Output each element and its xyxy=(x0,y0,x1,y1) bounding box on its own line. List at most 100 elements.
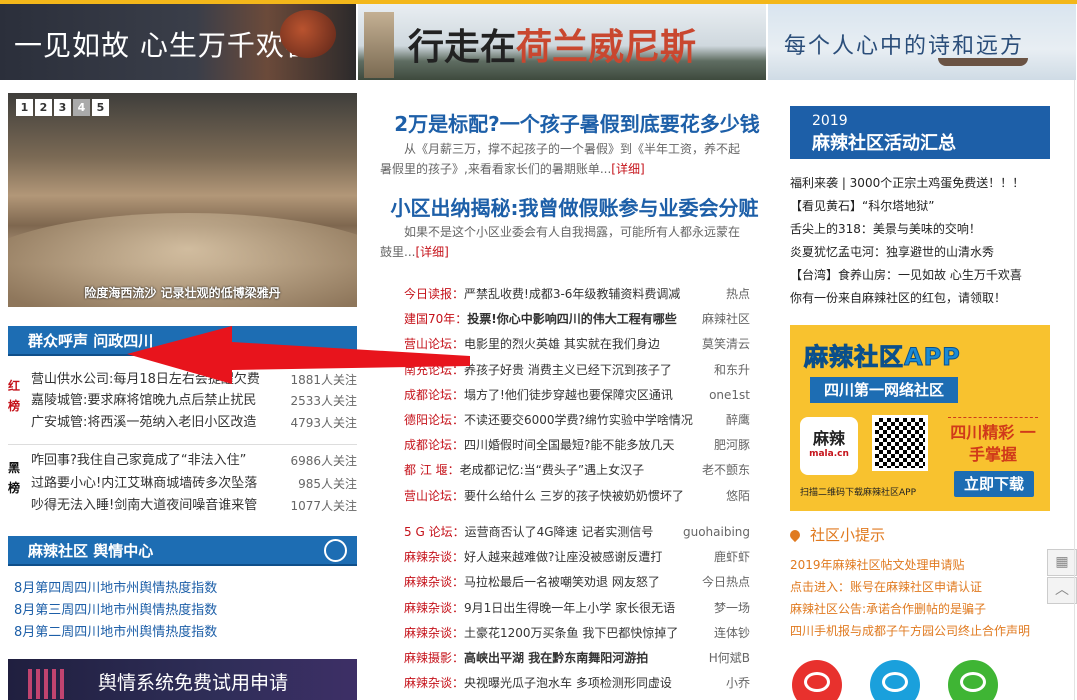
news-category[interactable]: 南充论坛： xyxy=(404,363,464,377)
news-item[interactable]: 麻辣摄影：高峡出平湖 我在黔东南舞阳河游拍 H何斌B xyxy=(404,645,750,672)
news-author[interactable]: guohaibing xyxy=(678,520,750,546)
app-promo[interactable]: 麻辣社区APP 四川第一网络社区 麻辣 mala.cn 四川精彩 一手掌握 立即下… xyxy=(790,325,1050,511)
news-item[interactable]: 麻辣杂谈：9月1日出生得晚一年上小学 家长很无语 梦一场 xyxy=(404,595,750,621)
news-item[interactable]: 南充论坛：养孩子好贵 消费主义已经下沉到孩子了 和东升 xyxy=(404,357,750,383)
news-author[interactable]: 热点 xyxy=(721,282,750,308)
news-author[interactable]: 梦一场 xyxy=(709,595,750,621)
news-category[interactable]: 今日读报： xyxy=(404,287,464,301)
news-category[interactable]: 麻辣摄影： xyxy=(404,651,464,665)
banner-poetry[interactable]: 每个人心中的诗和远方 xyxy=(768,4,1076,80)
news-category[interactable]: 成都论坛： xyxy=(404,388,464,402)
news-category[interactable]: 麻辣杂谈： xyxy=(404,550,464,564)
news-author[interactable]: 醉鹰 xyxy=(721,407,750,434)
news-title[interactable]: 塌方了!他们徒步穿越也要保障灾区通讯 xyxy=(464,388,673,402)
opinion-trial-banner[interactable]: 舆情系统免费试用申请 xyxy=(8,659,357,700)
news-category[interactable]: 营山论坛： xyxy=(404,489,464,503)
news-title[interactable]: 马拉松最后一名被嘲笑劝退 网友怒了 xyxy=(464,575,660,589)
news-category[interactable]: 成都论坛： xyxy=(404,438,464,452)
news-item[interactable]: 都 江 堰：老成都记忆:当“费头子”遇上女汉子 老不颤东 xyxy=(404,458,750,484)
more-link-1[interactable]: [详细] xyxy=(611,162,644,176)
news-category[interactable]: 麻辣杂谈： xyxy=(404,575,464,589)
slider-page-1[interactable]: 1 xyxy=(16,99,33,116)
news-item[interactable]: 5 G 论坛：运营商否认了4G降速 记者实测信号 guohaibing xyxy=(404,520,750,546)
voice-section-title[interactable]: 群众呼声 问政四川 xyxy=(8,326,357,356)
news-title[interactable]: 老成都记忆:当“费头子”遇上女汉子 xyxy=(460,463,644,477)
news-item[interactable]: 成都论坛：四川婚假时间全国最短?能不能多放几天 肥河豚 xyxy=(404,433,750,459)
news-category[interactable]: 麻辣杂谈： xyxy=(404,601,464,615)
news-category[interactable]: 都 江 堰： xyxy=(404,463,460,477)
news-item[interactable]: 营山论坛：电影里的烈火英雄 其实就在我们身边 莫笑清云 xyxy=(404,332,750,358)
banner-holland[interactable]: 行走在荷兰威尼斯 xyxy=(358,4,766,80)
download-button[interactable]: 立即下载 xyxy=(954,471,1034,497)
opinion-section-title[interactable]: 麻辣社区 舆情中心 xyxy=(8,536,357,566)
headline-1[interactable]: 2万是标配?一个孩子暑假到底要花多少钱 xyxy=(378,108,776,137)
news-author[interactable]: 鹿虾虾 xyxy=(709,545,750,571)
news-category[interactable]: 营山论坛： xyxy=(404,337,464,351)
tip-link[interactable]: 2019年麻辣社区帖文处理申请贴 xyxy=(790,554,1060,576)
list-item[interactable]: 广安城管:将西溪一苑纳入老旧小区改造 4793人关注 xyxy=(31,413,357,433)
event-link[interactable]: 【台湾】食养山房：一见如故 心生万千欢喜 xyxy=(790,264,1060,287)
news-author[interactable]: one1st xyxy=(705,382,750,408)
wechat-icon[interactable] xyxy=(948,660,998,700)
news-author[interactable]: H何斌B xyxy=(704,645,750,672)
news-item[interactable]: 麻辣杂谈：马拉松最后一名被嘲笑劝退 网友怒了 今日热点 xyxy=(404,570,750,596)
back-to-top-button[interactable]: ︿ xyxy=(1047,577,1077,604)
news-title[interactable]: 严禁乱收费!成都3-6年级教辅资料费调减 xyxy=(464,287,680,301)
news-title[interactable]: 9月1日出生得晚一年上小学 家长很无语 xyxy=(464,601,675,615)
slider-page-4[interactable]: 4 xyxy=(73,99,90,116)
news-author[interactable]: 肥河豚 xyxy=(709,433,750,459)
headline-2[interactable]: 小区出纳揭秘:我曾做假账参与业委会分赃 xyxy=(372,192,777,221)
news-title[interactable]: 央视曝光瓜子泡水车 多项检测形同虚设 xyxy=(464,676,672,690)
news-title[interactable]: 好人越来越难做?让座没被感谢反遭打 xyxy=(464,550,662,564)
opinion-link[interactable]: 8月第四周四川地市州舆情热度指数 xyxy=(14,578,354,600)
event-link[interactable]: 炎夏犹忆孟屯河：独享避世的山清水秀 xyxy=(790,241,1060,264)
news-title[interactable]: 运营商否认了4G降速 记者实测信号 xyxy=(465,525,654,539)
news-author[interactable]: 悠陌 xyxy=(721,483,750,509)
news-author[interactable]: 麻辣社区 xyxy=(697,307,750,333)
list-item[interactable]: 营山供水公司:每月18日左右会提醒欠费 1881人关注 xyxy=(31,370,357,390)
news-item[interactable]: 今日读报：严禁乱收费!成都3-6年级教辅资料费调减 热点 xyxy=(404,282,750,308)
news-author[interactable]: 小乔 xyxy=(721,671,750,697)
news-author[interactable]: 和东升 xyxy=(709,357,750,383)
news-category[interactable]: 建国70年： xyxy=(404,312,467,326)
slider-page-3[interactable]: 3 xyxy=(54,99,71,116)
more-link-2[interactable]: [详细] xyxy=(415,245,448,259)
news-category[interactable]: 麻辣杂谈： xyxy=(404,626,464,640)
list-item[interactable]: 咋回事?我住自己家竟成了“非法入住” 6986人关注 xyxy=(31,451,357,471)
news-item[interactable]: 麻辣杂谈：土豪花1200万买条鱼 我下巴都快惊掉了 连体钞 xyxy=(404,620,750,646)
news-title[interactable]: 投票!你心中影响四川的伟大工程有哪些 xyxy=(467,312,676,326)
tencent-weibo-icon[interactable] xyxy=(870,660,920,700)
news-title[interactable]: 土豪花1200万买条鱼 我下巴都快惊掉了 xyxy=(464,626,678,640)
news-author[interactable]: 今日热点 xyxy=(697,570,750,596)
qr-float-button[interactable]: ▦ xyxy=(1047,549,1077,576)
tip-link[interactable]: 麻辣社区公告:承诺合作删帖的是骗子 xyxy=(790,598,1060,620)
events-header[interactable]: 2019 麻辣社区活动汇总 xyxy=(790,106,1050,159)
list-item[interactable]: 吵得无法入睡!剑南大道夜间噪音谁来管 1077人关注 xyxy=(31,496,357,516)
news-item[interactable]: 建国70年：投票!你心中影响四川的伟大工程有哪些 麻辣社区 xyxy=(404,307,750,333)
event-link[interactable]: 福利来袭 | 3000个正宗土鸡蛋免费送！！！ xyxy=(790,172,1060,195)
news-item[interactable]: 德阳论坛：不读还要交6000学费?绵竹实验中学啥情况 醉鹰 xyxy=(404,407,750,434)
tip-link[interactable]: 四川手机报与成都子午方园公司终止合作声明 xyxy=(790,620,1060,642)
list-item[interactable]: 过路要小心!内江艾琳商城墙砖多次坠落 985人关注 xyxy=(31,474,357,494)
banner-tea[interactable]: 一见如故 心生万千欢喜 xyxy=(0,4,356,80)
event-link[interactable]: 你有一份来自麻辣社区的红包，请领取！ xyxy=(790,287,1060,310)
tip-link[interactable]: 点击进入：账号在麻辣社区申请认证 xyxy=(790,576,1060,598)
news-category[interactable]: 麻辣杂谈： xyxy=(404,676,464,690)
news-category[interactable]: 5 G 论坛： xyxy=(404,525,465,539)
news-title[interactable]: 电影里的烈火英雄 其实就在我们身边 xyxy=(464,337,660,351)
news-author[interactable]: 莫笑清云 xyxy=(697,332,750,358)
news-title[interactable]: 不读还要交6000学费?绵竹实验中学啥情况 xyxy=(464,413,693,427)
opinion-link[interactable]: 8月第三周四川地市州舆情热度指数 xyxy=(14,600,354,622)
news-title[interactable]: 四川婚假时间全国最短?能不能多放几天 xyxy=(464,438,674,452)
slider-page-2[interactable]: 2 xyxy=(35,99,52,116)
weibo-icon[interactable] xyxy=(792,660,842,700)
opinion-link[interactable]: 8月第二周四川地市州舆情热度指数 xyxy=(14,622,354,644)
news-title[interactable]: 高峡出平湖 我在黔东南舞阳河游拍 xyxy=(464,651,648,665)
news-item[interactable]: 麻辣杂谈：央视曝光瓜子泡水车 多项检测形同虚设 小乔 xyxy=(404,671,750,697)
news-category[interactable]: 德阳论坛： xyxy=(404,413,464,427)
news-item[interactable]: 营山论坛：要什么给什么 三岁的孩子快被奶奶惯坏了 悠陌 xyxy=(404,483,750,509)
event-link[interactable]: 【看见黄石】“科尔塔地狱” xyxy=(790,195,1060,218)
slider-caption[interactable]: 险度海西流沙 记录壮观的低博梁雅丹 xyxy=(8,284,357,301)
news-item[interactable]: 成都论坛：塌方了!他们徒步穿越也要保障灾区通讯 one1st xyxy=(404,382,750,408)
news-title[interactable]: 要什么给什么 三岁的孩子快被奶奶惯坏了 xyxy=(464,489,684,503)
